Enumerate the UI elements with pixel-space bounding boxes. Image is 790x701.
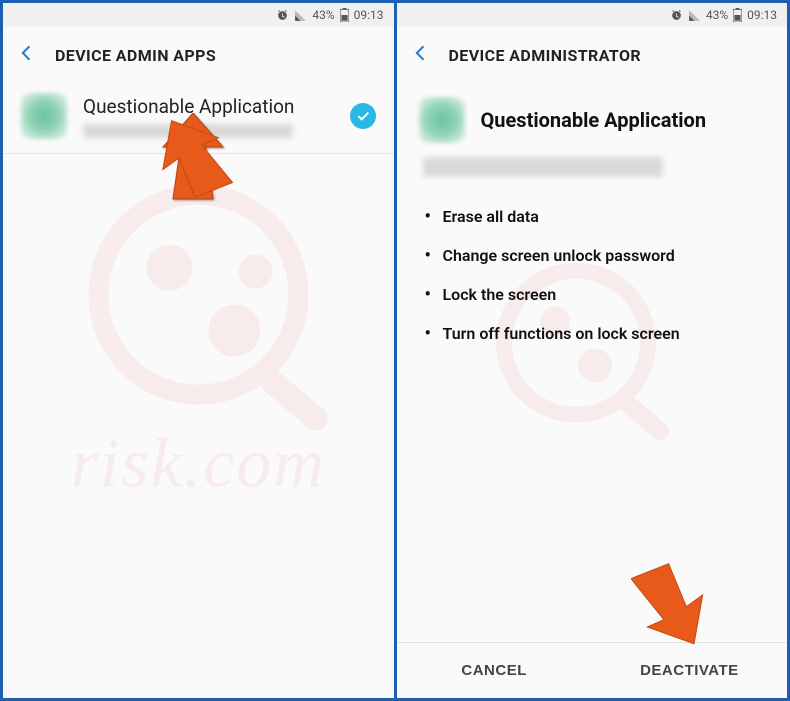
clock-time: 09:13 — [747, 8, 777, 22]
permission-item: Turn off functions on lock screen — [443, 314, 762, 353]
battery-icon — [733, 8, 742, 23]
back-icon[interactable] — [17, 43, 37, 67]
page-title: DEVICE ADMINISTRATOR — [449, 46, 642, 65]
app-icon — [21, 93, 67, 139]
permission-item: Lock the screen — [443, 275, 762, 314]
blurred-text — [83, 124, 293, 138]
signal-icon — [688, 8, 701, 22]
status-bar: 43% 09:13 — [397, 3, 788, 27]
cancel-button[interactable]: CANCEL — [397, 643, 592, 698]
permission-item: Change screen unlock password — [443, 236, 762, 275]
app-list-item[interactable]: Questionable Application — [3, 79, 394, 154]
app-bar: DEVICE ADMIN APPS — [3, 27, 394, 79]
app-icon — [419, 97, 465, 143]
tutorial-arrow-icon — [631, 556, 711, 652]
app-header: Questionable Application — [397, 79, 788, 151]
app-name-label: Questionable Application — [481, 108, 707, 132]
permission-item: Erase all data — [443, 197, 762, 236]
battery-percent: 43% — [312, 8, 334, 22]
page-title: DEVICE ADMIN APPS — [55, 46, 216, 65]
screen-device-admin-apps: risk.com 43% 09:13 DEVICE ADMIN APPS — [3, 3, 394, 698]
deactivate-button[interactable]: DEACTIVATE — [592, 643, 787, 698]
back-icon[interactable] — [411, 43, 431, 67]
enabled-check-icon[interactable] — [350, 103, 376, 129]
clock-time: 09:13 — [354, 8, 384, 22]
blurred-text — [423, 157, 663, 177]
screen-device-administrator: 43% 09:13 DEVICE ADMINISTRATOR Questiona… — [397, 3, 788, 698]
permissions-list: Erase all data Change screen unlock pass… — [397, 187, 788, 353]
signal-icon — [294, 8, 307, 22]
alarm-icon — [276, 8, 289, 22]
status-bar: 43% 09:13 — [3, 3, 394, 27]
app-bar: DEVICE ADMINISTRATOR — [397, 27, 788, 79]
battery-percent: 43% — [706, 8, 728, 22]
battery-icon — [340, 8, 349, 23]
alarm-icon — [670, 8, 683, 22]
app-name-label: Questionable Application — [83, 95, 334, 118]
watermark: risk.com — [71, 184, 326, 504]
dialog-footer: CANCEL DEACTIVATE — [397, 642, 788, 698]
